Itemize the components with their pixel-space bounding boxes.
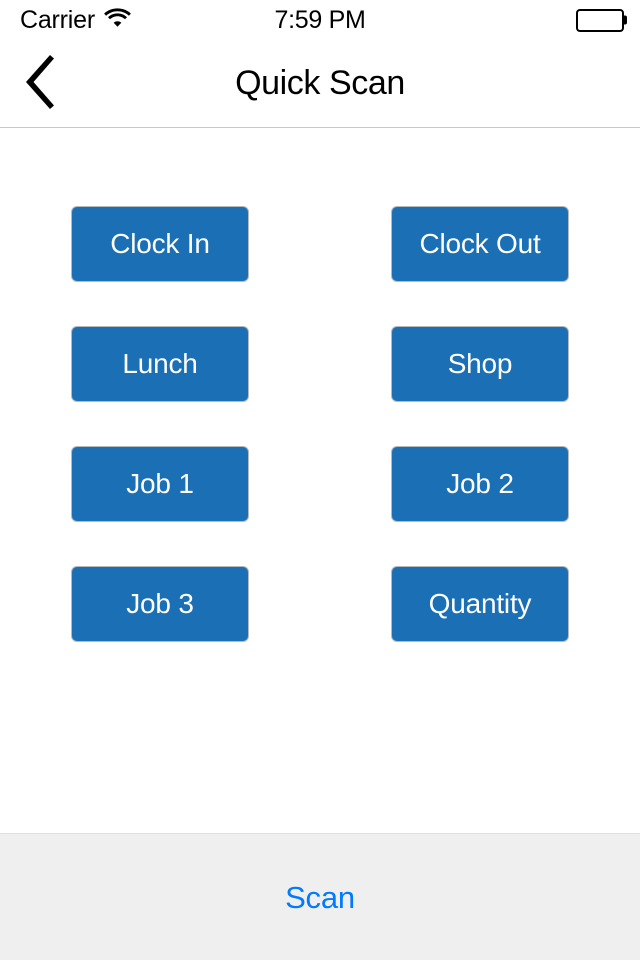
status-bar-clock: 7:59 PM <box>0 0 640 40</box>
quick-scan-screen: Carrier 7:59 PM Quick Scan Clock In Cloc… <box>0 0 640 960</box>
quick-action-button-job-2[interactable]: Job 2 <box>391 446 569 522</box>
quick-action-button-shop[interactable]: Shop <box>391 326 569 402</box>
scan-button[interactable]: Scan <box>267 876 373 919</box>
page-title: Quick Scan <box>235 64 405 102</box>
battery-cap <box>624 15 627 25</box>
battery-full-icon <box>576 8 627 32</box>
status-time-label: 7:59 PM <box>274 5 366 34</box>
quick-action-button-job-3[interactable]: Job 3 <box>71 566 249 642</box>
quick-scan-button-grid: Clock In Clock Out Lunch Shop Job 1 Job … <box>71 206 569 642</box>
navigation-bar: Quick Scan <box>0 40 640 128</box>
quick-action-button-lunch[interactable]: Lunch <box>71 326 249 402</box>
quick-action-button-clock-in[interactable]: Clock In <box>71 206 249 282</box>
main-content: Clock In Clock Out Lunch Shop Job 1 Job … <box>0 128 640 833</box>
quick-action-button-job-1[interactable]: Job 1 <box>71 446 249 522</box>
chevron-left-icon <box>24 55 58 112</box>
quick-action-button-quantity[interactable]: Quantity <box>391 566 569 642</box>
status-bar: Carrier 7:59 PM <box>0 0 640 40</box>
bottom-toolbar: Scan <box>0 833 640 960</box>
quick-action-button-clock-out[interactable]: Clock Out <box>391 206 569 282</box>
back-button[interactable] <box>12 40 70 127</box>
status-bar-right <box>576 0 627 40</box>
